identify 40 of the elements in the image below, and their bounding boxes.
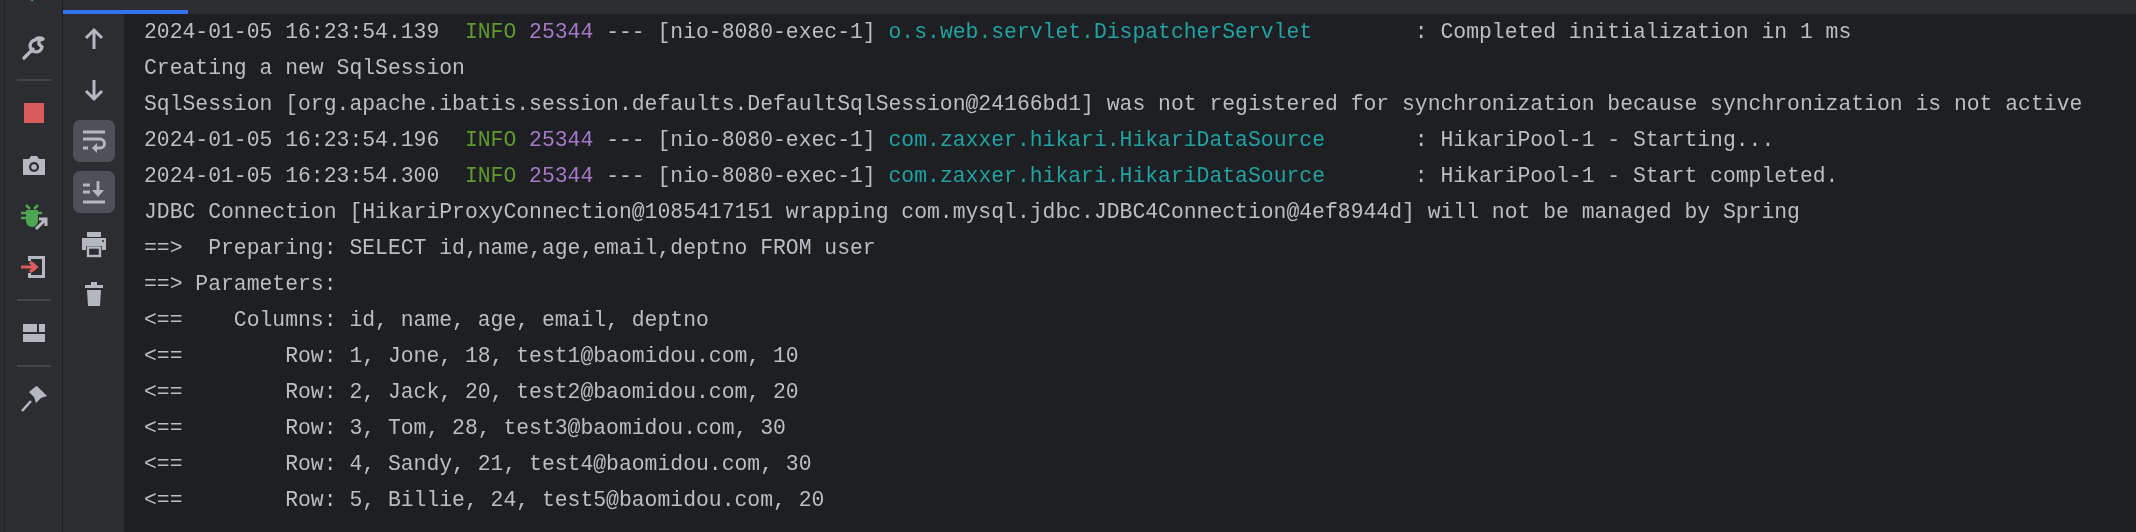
console-line: <== Row: 1, Jone, 18, test1@baomidou.com, 10 (144, 344, 799, 368)
logger-name: o.s.web.servlet.DispatcherServlet (888, 19, 1314, 46)
log-message: : HikariPool-1 - Starting... (1414, 128, 1775, 152)
scroll-to-end-icon (80, 179, 107, 205)
pin-icon[interactable] (19, 384, 48, 412)
process-id: 25344 (529, 20, 594, 44)
log-timestamp: 2024-01-05 16:23:54.196 (144, 128, 440, 152)
thread-name: --- [nio-8080-exec-1] (606, 20, 876, 44)
printer-icon (79, 230, 108, 258)
log-timestamp: 2024-01-05 16:23:54.300 (144, 164, 440, 188)
console-line: ==> Preparing: SELECT id,name,age,email,deptno FROM user (144, 236, 876, 260)
log-message: : HikariPool-1 - Start completed. (1414, 164, 1839, 188)
log-message: : Completed initialization in 1 ms (1414, 20, 1852, 44)
console-line: <== Row: 2, Jack, 20, test2@baomidou.com, 20 (144, 380, 799, 404)
layout-icon[interactable] (21, 321, 46, 345)
process-id: 25344 (529, 128, 594, 152)
thread-name: --- [nio-8080-exec-1] (606, 128, 876, 152)
console-line: <== Row: 5, Billie, 24, test5@baomidou.com, 20 (144, 488, 825, 512)
stop-icon[interactable] (23, 103, 44, 123)
log-level: INFO (464, 20, 517, 44)
thread-name: --- [nio-8080-exec-1] (606, 164, 876, 188)
log-timestamp: 2024-01-05 16:23:54.139 (144, 20, 440, 44)
process-id: 25344 (529, 164, 594, 188)
console-line: Creating a new SqlSession (144, 56, 465, 80)
console-line: JDBC Connection [HikariProxyConnection@1085417151 wrapping com.mysql.jdbc.JDBC4Connection@4ef8944d] will not be managed by Spring (144, 200, 1800, 224)
log-level: INFO (464, 164, 517, 188)
console-line: SqlSession [org.apache.ibatis.session.defaults.DefaultSqlSession@24166bd1] was not registered for synchronization because synchronization is not active (144, 92, 2083, 116)
scroll-to-end-button[interactable] (72, 171, 115, 213)
console-line: <== Row: 4, Sandy, 21, test4@baomidou.com, 30 (144, 452, 812, 476)
wrench-icon[interactable] (19, 34, 48, 62)
bug-icon[interactable] (18, 201, 49, 231)
soft-wrap-button[interactable] (72, 120, 115, 162)
logger-name: com.zaxxer.hikari.HikariDataSource (888, 163, 1326, 190)
logger-name: com.zaxxer.hikari.HikariDataSource (888, 127, 1326, 154)
console-line: <== Columns: id, name, age, email, deptno (144, 308, 709, 332)
exit-icon[interactable] (19, 253, 48, 281)
soft-wrap-icon (80, 128, 107, 154)
console-line: <== Row: 3, Tom, 28, test3@baomidou.com, 30 (144, 416, 786, 440)
log-level: INFO (464, 128, 517, 152)
console-line: ==> Parameters: (144, 272, 338, 296)
